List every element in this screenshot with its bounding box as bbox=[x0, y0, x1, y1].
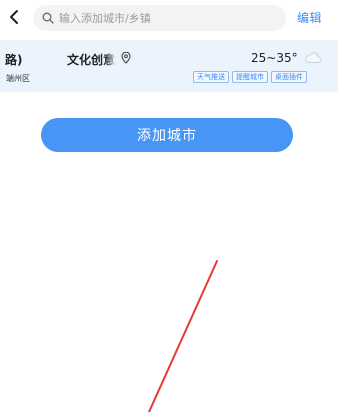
cloudy-icon bbox=[305, 52, 322, 63]
tag-reminder-city[interactable]: 提醒城市 bbox=[232, 71, 268, 83]
edit-button[interactable]: 编辑 bbox=[297, 9, 322, 26]
tag-list: 天气推送 提醒城市 桌面插件 bbox=[193, 71, 307, 83]
search-icon bbox=[42, 12, 54, 24]
city-card[interactable]: 路) 端州区 文化创意 25~35° 天气推送 提醒城市 桌面插件 bbox=[0, 40, 338, 92]
location-pin-icon bbox=[121, 52, 131, 64]
city-title: 路) bbox=[5, 53, 23, 67]
place-name: 文化创意 bbox=[67, 53, 116, 67]
chevron-left-icon bbox=[10, 10, 18, 24]
add-city-button[interactable]: 添加城市 bbox=[41, 118, 293, 152]
search-input[interactable] bbox=[59, 8, 279, 28]
back-button[interactable] bbox=[6, 8, 24, 26]
tag-weather-push[interactable]: 天气推送 bbox=[193, 71, 229, 83]
tag-desktop-widget[interactable]: 桌面插件 bbox=[271, 71, 307, 83]
temperature-range: 25~35° bbox=[251, 51, 298, 65]
city-management-page: 编辑 路) 端州区 文化创意 25~35° 天气推送 提醒城市 桌面插件 添加城… bbox=[0, 0, 338, 412]
search-bar[interactable] bbox=[33, 5, 286, 31]
city-district: 端州区 bbox=[6, 74, 30, 83]
